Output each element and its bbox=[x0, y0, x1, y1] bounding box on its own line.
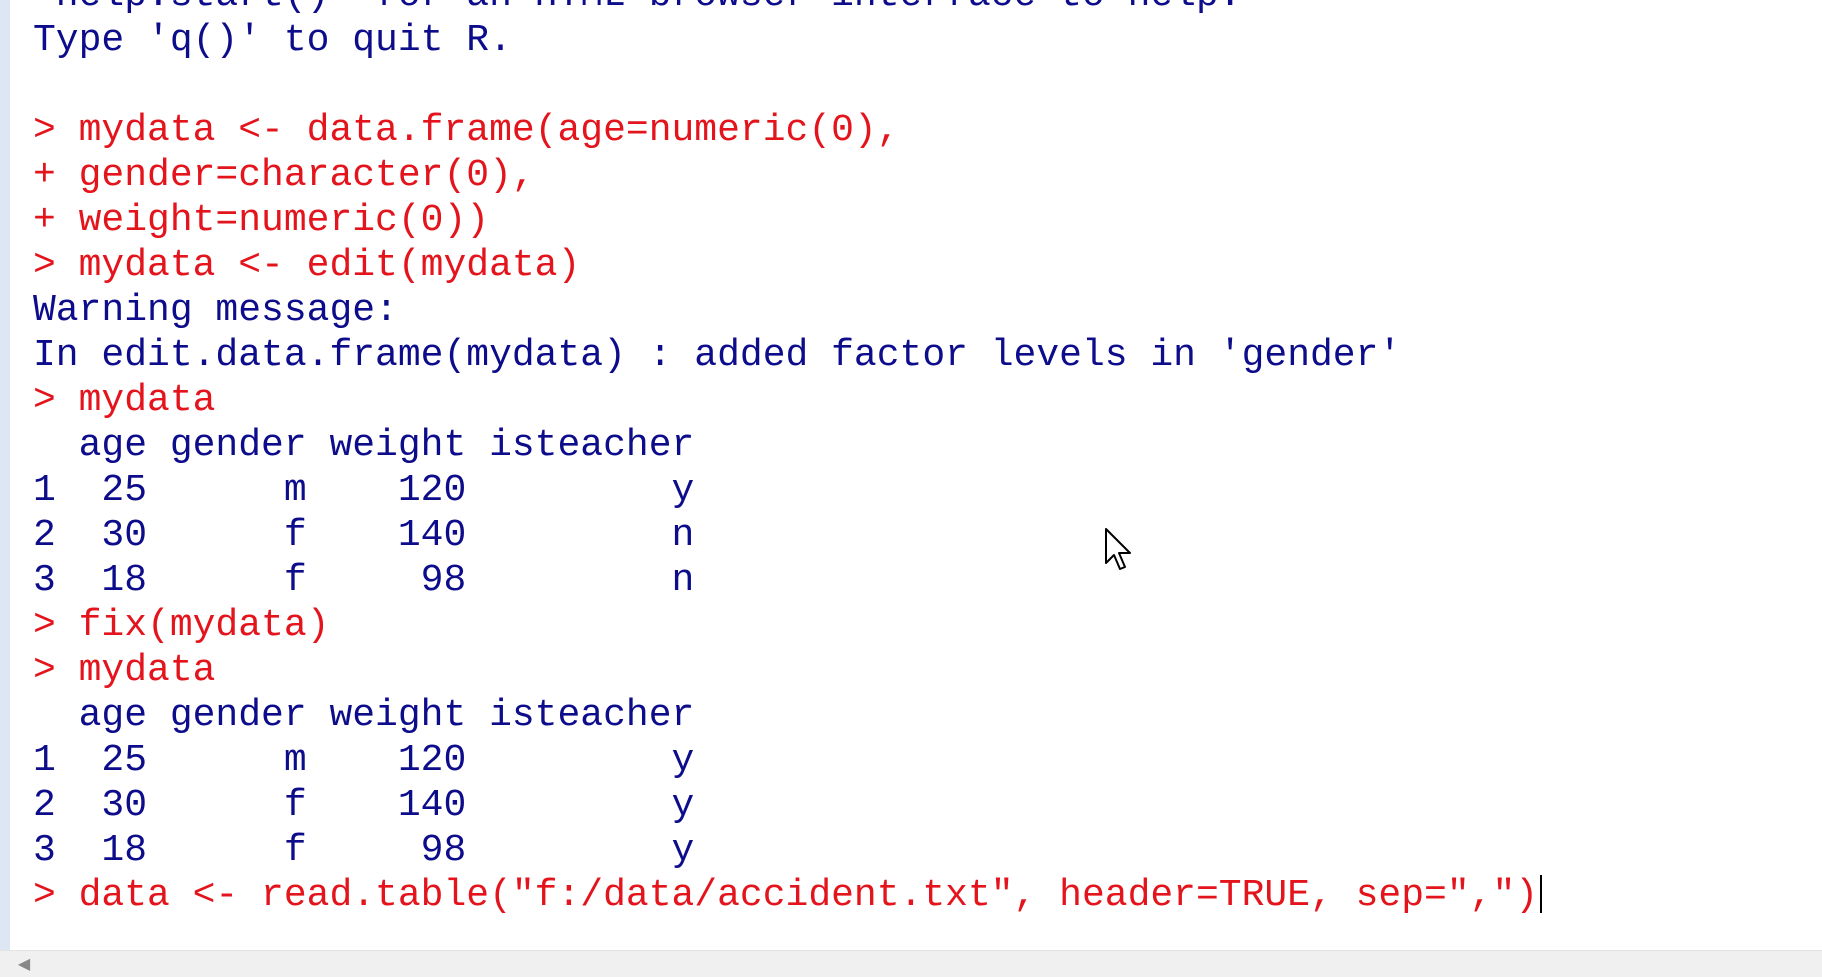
output-line: Type 'q()' to quit R. bbox=[33, 19, 512, 62]
r-console[interactable]: "help.start()" for an HTML browser inter… bbox=[0, 0, 1822, 977]
output-line: 1 25 m 120 y bbox=[33, 739, 695, 782]
output-line: 1 25 m 120 y bbox=[33, 469, 695, 512]
output-line: "help.start()" for an HTML browser inter… bbox=[33, 0, 1542, 18]
output-line: 2 30 f 140 n bbox=[33, 514, 695, 557]
command-line: + weight=numeric(0)) bbox=[33, 199, 490, 242]
output-line: age gender weight isteacher bbox=[33, 424, 695, 467]
current-input-line[interactable]: > data <- read.table("f:/data/accident.t… bbox=[33, 873, 1543, 918]
command-line: + gender=character(0), bbox=[33, 154, 535, 197]
output-line: 2 30 f 140 y bbox=[33, 784, 695, 827]
mouse-pointer-icon bbox=[1105, 528, 1131, 570]
command-line: > fix(mydata) bbox=[33, 604, 330, 647]
console-output: "help.start()" for an HTML browser inter… bbox=[33, 0, 1543, 918]
output-line: In edit.data.frame(mydata) : added facto… bbox=[33, 334, 1402, 377]
output-line: age gender weight isteacher bbox=[33, 694, 695, 737]
command-line: > mydata bbox=[33, 649, 216, 692]
horizontal-scrollbar[interactable]: ◀ bbox=[0, 950, 1822, 977]
command-line: > mydata <- data.frame(age=numeric(0), bbox=[33, 109, 900, 152]
chevron-left-icon[interactable]: ◀ bbox=[14, 954, 34, 974]
output-line: 3 18 f 98 n bbox=[33, 559, 695, 602]
console-margin bbox=[0, 0, 10, 950]
command-line: > mydata <- edit(mydata) bbox=[33, 244, 581, 287]
output-line: Warning message: bbox=[33, 289, 398, 332]
command-line: > mydata bbox=[33, 379, 216, 422]
output-line: 3 18 f 98 y bbox=[33, 829, 695, 872]
text-caret bbox=[1540, 875, 1543, 913]
current-input-text[interactable]: > data <- read.table("f:/data/accident.t… bbox=[33, 874, 1538, 917]
